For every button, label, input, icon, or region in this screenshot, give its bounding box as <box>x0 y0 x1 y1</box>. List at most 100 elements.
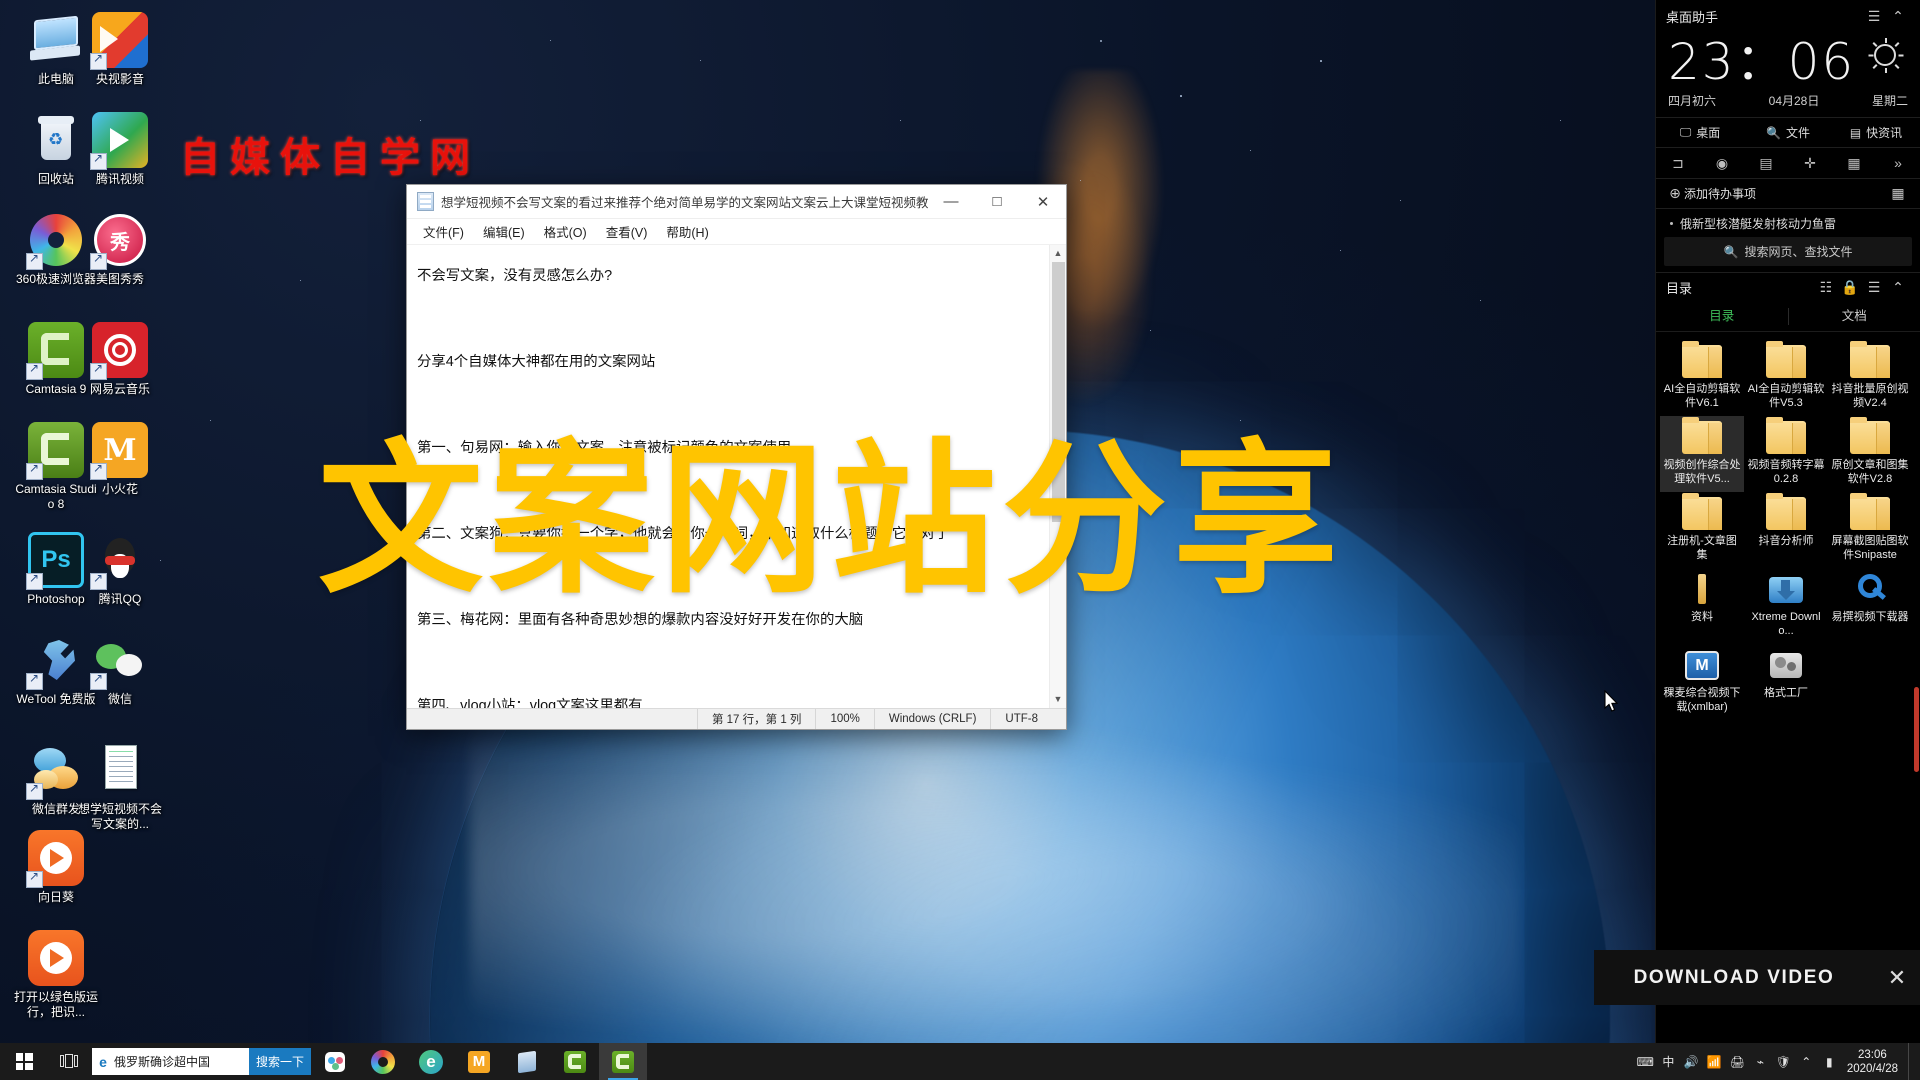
add-todo-row[interactable]: ⊕ 添加待办事项 ▦ <box>1656 179 1920 209</box>
minimize-button[interactable]: — <box>928 185 974 218</box>
file-item[interactable]: 抖音分析师 <box>1744 492 1828 568</box>
desktop-icon-cctv-video[interactable]: 央视影音 <box>78 12 162 87</box>
taskbar[interactable]: e 俄罗斯确诊超中国 搜索一下 eM ⌨ 中 🔊 📶 🖨 ⌁ 🛡 ⌃ ▮ 23:06 2020/… <box>0 1043 1920 1080</box>
plus-tool-icon[interactable]: ✛ <box>1788 155 1832 172</box>
files-panel-scrollbar[interactable] <box>1914 687 1919 772</box>
menu-item-0[interactable]: 文件(F) <box>416 219 471 244</box>
task-view-icon[interactable] <box>48 1043 90 1080</box>
file-item[interactable]: AI全自动剪辑软件V5.3 <box>1744 340 1828 416</box>
chevron-up-icon[interactable]: ⌃ <box>1886 4 1910 28</box>
qr-code-icon[interactable]: ▦ <box>1886 182 1910 206</box>
keyboard-icon[interactable]: ⌨ <box>1634 1055 1657 1069</box>
usb-icon[interactable]: ⌁ <box>1749 1055 1772 1069</box>
taskbar-app-camtasia-active[interactable] <box>599 1043 647 1080</box>
files-tab-文档[interactable]: 文档 <box>1789 302 1920 331</box>
file-item[interactable]: 视频创作综合处理软件V5... <box>1660 416 1744 492</box>
menu-item-2[interactable]: 格式(O) <box>537 219 594 244</box>
taskbar-app-edge[interactable]: e <box>407 1043 455 1080</box>
taskbar-search-button[interactable]: 搜索一下 <box>249 1048 311 1075</box>
shield-icon[interactable]: 🛡 <box>1772 1055 1795 1069</box>
sidebar-search-input[interactable]: 🔍 搜索网页、查找文件 <box>1664 237 1912 266</box>
battery-icon[interactable]: ▮ <box>1818 1055 1841 1069</box>
sidebar-tab-row[interactable]: 🖵 桌面 🔍 文件 ▤ 快资讯 <box>1656 117 1920 148</box>
taskbar-app-store[interactable] <box>503 1043 551 1080</box>
desktop-icon-sunflower-remote[interactable]: 向日葵 <box>14 830 98 905</box>
eye-icon[interactable]: ◉ <box>1700 155 1744 172</box>
status-zoom[interactable]: 100% <box>815 709 873 729</box>
file-item[interactable]: 注册机-文章图集 <box>1660 492 1744 568</box>
files-panel-grid[interactable]: AI全自动剪辑软件V6.1 AI全自动剪辑软件V5.3 抖音批量原创视频V2.4 视频… <box>1656 332 1920 1043</box>
volume-icon[interactable]: 🔊 <box>1680 1055 1703 1069</box>
hamburger-icon[interactable]: ☰ <box>1862 4 1886 28</box>
file-item[interactable]: 视频音频转字幕0.2.8 <box>1744 416 1828 492</box>
notepad-menu-bar[interactable]: 文件(F) 编辑(E) 格式(O) 查看(V) 帮助(H) <box>407 219 1066 245</box>
file-item[interactable]: AI全自动剪辑软件V6.1 <box>1660 340 1744 416</box>
download-video-bar[interactable]: DOWNLOAD VIDEO ✕ <box>1594 950 1920 1005</box>
menu-item-1[interactable]: 编辑(E) <box>476 219 532 244</box>
calculator-icon[interactable]: ▦ <box>1832 155 1876 172</box>
desktop-icon-wechat[interactable]: 微信 <box>78 632 162 707</box>
desktop-icon-tencent-qq[interactable]: 腾讯QQ <box>78 532 162 607</box>
star <box>1400 200 1401 201</box>
taskbar-search-input[interactable]: e 俄罗斯确诊超中国 <box>92 1048 249 1075</box>
hamburger-icon[interactable]: ☰ <box>1862 276 1886 300</box>
printer-icon[interactable]: 🖨 <box>1726 1055 1749 1069</box>
file-item-icon <box>1682 341 1722 378</box>
more-chevrons-icon[interactable]: » <box>1876 155 1920 171</box>
plus-circle-icon[interactable]: ⊕ <box>1666 182 1684 206</box>
folder-icon <box>1682 417 1722 454</box>
menu-item-4[interactable]: 帮助(H) <box>659 219 715 244</box>
menu-item-3[interactable]: 查看(V) <box>599 219 655 244</box>
file-item[interactable]: Xtreme Downlo... <box>1744 568 1828 644</box>
close-icon[interactable]: ✕ <box>1874 965 1920 991</box>
crop-icon[interactable]: ⊐ <box>1656 155 1700 172</box>
sunflower-remote-icon <box>26 830 84 888</box>
file-item-icon <box>1766 649 1806 682</box>
notepad-title-bar[interactable]: 想学短视频不会写文案的看过来推荐个绝对简单易学的文案网站文案云上大课堂短视频教程… <box>407 185 1066 219</box>
taskbar-app-camtasia[interactable] <box>551 1043 599 1080</box>
sidebar-tool-row[interactable]: ⊐ ◉ ▤ ✛ ▦» <box>1656 148 1920 179</box>
taskbar-app-tim[interactable] <box>311 1043 359 1080</box>
news-ticker[interactable]: 俄新型核潜艇发射核动力鱼雷 <box>1656 209 1920 237</box>
ime-cn-icon[interactable]: 中 <box>1657 1053 1680 1070</box>
desktop-icon-netease-music[interactable]: 网易云音乐 <box>78 322 162 397</box>
sidebar-tab-快资讯[interactable]: ▤ 快资讯 <box>1832 118 1920 147</box>
system-tray[interactable]: ⌨ 中 🔊 📶 🖨 ⌁ 🛡 ⌃ ▮ 23:06 2020/4/28 <box>1634 1043 1920 1080</box>
desktop-icon-sunflower-green[interactable]: 打开以绿色版运行，把识... <box>14 930 98 1020</box>
desktop-assistant-sidebar[interactable]: 桌面助手 ☰ ⌃ 23：06 四月初六 04月28日 星期二 🖵 桌面 🔍 文件 ▤ 快资… <box>1655 0 1920 1043</box>
file-item[interactable]: 屏幕截图贴图软件Snipaste <box>1828 492 1912 568</box>
desktop-icon-text-document[interactable]: 想学短视频不会写文案的... <box>78 742 162 832</box>
file-item-icon <box>1850 417 1890 454</box>
chevron-up-icon[interactable]: ⌃ <box>1886 276 1910 300</box>
show-desktop-button[interactable] <box>1908 1043 1914 1080</box>
file-item[interactable]: M 稞麦综合视频下载(xmlbar) <box>1660 644 1744 720</box>
files-tab-目录[interactable]: 目录 <box>1656 302 1788 331</box>
files-panel-tabs[interactable]: 目录 文档 <box>1656 302 1920 332</box>
windows-start-icon[interactable] <box>0 1043 48 1080</box>
taskbar-app-list[interactable]: eM <box>311 1043 647 1080</box>
file-item[interactable]: 原创文章和图集软件V2.8 <box>1828 416 1912 492</box>
note-icon[interactable]: ▤ <box>1744 155 1788 172</box>
list-view-icon[interactable]: ☷ <box>1814 276 1838 300</box>
chevron-up-icon[interactable]: ⌃ <box>1795 1055 1818 1069</box>
file-item[interactable]: 易撰视频下载器 <box>1828 568 1912 644</box>
gregorian-date: 04月28日 <box>1768 94 1820 108</box>
taskbar-app-xiaohuohua[interactable]: M <box>455 1043 503 1080</box>
sidebar-tab-文件[interactable]: 🔍 文件 <box>1744 118 1832 147</box>
scroll-up-icon[interactable]: ▲ <box>1050 245 1066 262</box>
file-item[interactable]: 资料 <box>1660 568 1744 644</box>
taskbar-clock[interactable]: 23:06 2020/4/28 <box>1841 1048 1908 1076</box>
file-item[interactable]: 格式工厂 <box>1744 644 1828 720</box>
file-item[interactable]: 抖音批量原创视频V2.4 <box>1828 340 1912 416</box>
desktop-icon-meitu[interactable]: 秀美图秀秀 <box>78 212 162 287</box>
maximize-button[interactable]: □ <box>974 185 1020 218</box>
shortcut-overlay-icon <box>26 781 43 800</box>
close-button[interactable]: ✕ <box>1020 185 1066 218</box>
network-icon[interactable]: 📶 <box>1703 1055 1726 1069</box>
desktop-icon-tencent-video[interactable]: 腾讯视频 <box>78 112 162 187</box>
sidebar-tab-桌面[interactable]: 🖵 桌面 <box>1656 118 1744 147</box>
taskbar-app-chrome[interactable] <box>359 1043 407 1080</box>
lock-icon[interactable]: 🔒 <box>1838 276 1862 300</box>
scroll-down-icon[interactable]: ▼ <box>1050 691 1066 708</box>
desktop-icon-xiaohuohua[interactable]: M 小火花 <box>78 422 162 497</box>
